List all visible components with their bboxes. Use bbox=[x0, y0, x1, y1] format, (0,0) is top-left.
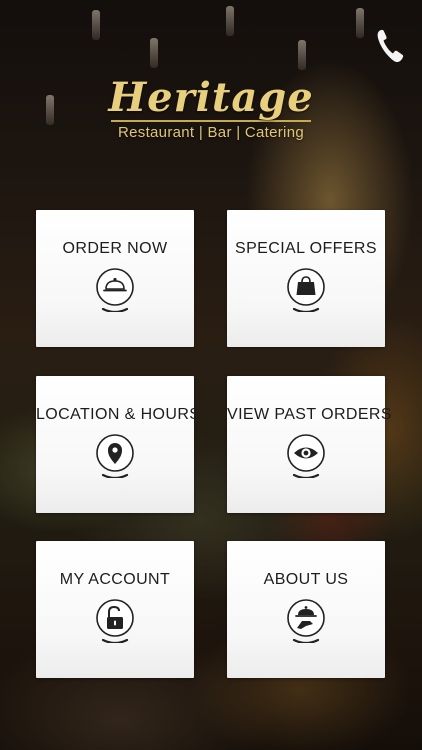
waiter-icon bbox=[287, 599, 325, 643]
cloche-icon bbox=[96, 268, 134, 312]
unlock-icon bbox=[96, 599, 134, 643]
about-us-tile[interactable]: ABOUT US bbox=[227, 541, 385, 678]
eye-icon bbox=[287, 434, 325, 478]
special-offers-tile[interactable]: SPECIAL OFFERS bbox=[227, 210, 385, 347]
location-hours-tile[interactable]: LOCATION & HOURS bbox=[36, 376, 201, 513]
my-account-tile[interactable]: MY ACCOUNT bbox=[36, 541, 194, 678]
my-account-label: MY ACCOUNT bbox=[59, 571, 171, 588]
shopping-bag-icon bbox=[287, 268, 325, 312]
view-past-orders-label: VIEW PAST ORDERS bbox=[227, 406, 392, 423]
menu-grid: ORDER NOW SPECIAL OFFERS LOCATION & HOUR… bbox=[0, 0, 422, 750]
about-us-label: ABOUT US bbox=[263, 571, 349, 588]
location-hours-label: LOCATION & HOURS bbox=[36, 406, 201, 423]
view-past-orders-tile[interactable]: VIEW PAST ORDERS bbox=[227, 376, 392, 513]
order-now-tile[interactable]: ORDER NOW bbox=[36, 210, 194, 347]
order-now-label: ORDER NOW bbox=[62, 240, 168, 257]
map-pin-icon bbox=[96, 434, 134, 478]
special-offers-label: SPECIAL OFFERS bbox=[235, 240, 377, 257]
